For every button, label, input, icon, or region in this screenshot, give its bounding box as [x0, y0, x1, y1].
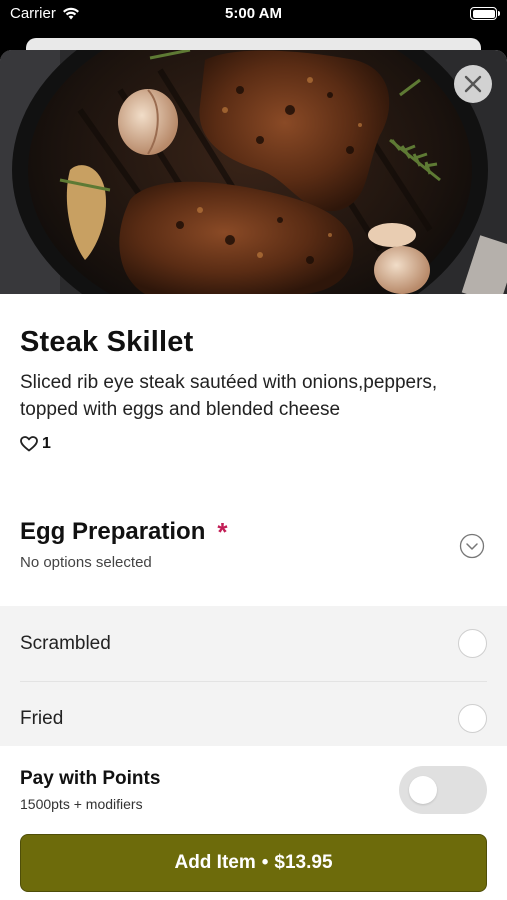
add-button-separator: •: [261, 852, 269, 873]
item-description: Sliced rib eye steak sautéed with onions…: [20, 372, 438, 420]
option-label: Fried: [20, 707, 64, 729]
option-label: Scrambled: [20, 632, 111, 654]
item-title: Steak Skillet: [20, 326, 194, 358]
toggle-knob: [409, 776, 437, 804]
egg-preparation-header[interactable]: Egg Preparation * No options selected: [0, 518, 507, 606]
battery-icon: [470, 7, 500, 20]
required-indicator: *: [217, 517, 228, 547]
option-fried[interactable]: Fried: [0, 681, 507, 756]
modifier-group-title: Egg Preparation: [20, 518, 206, 545]
chevron-down-circle-icon[interactable]: [459, 533, 485, 559]
radio-button[interactable]: [458, 704, 487, 733]
food-photo: [0, 50, 507, 294]
footer: Pay with Points 1500pts + modifiers Add …: [0, 746, 507, 900]
option-list: Scrambled Fried: [0, 606, 507, 756]
close-button[interactable]: [454, 65, 492, 103]
heart-outline-icon: [20, 436, 38, 452]
status-time: 5:00 AM: [225, 5, 282, 22]
pay-with-points-toggle[interactable]: [399, 766, 487, 814]
like-button[interactable]: 1: [20, 435, 487, 453]
selection-status: No options selected: [20, 554, 152, 571]
status-bar: Carrier 5:00 AM: [0, 0, 507, 28]
close-icon: [464, 75, 482, 93]
option-scrambled[interactable]: Scrambled: [0, 606, 507, 681]
pay-with-points-row: Pay with Points 1500pts + modifiers: [0, 746, 507, 832]
add-button-price: $13.95: [274, 852, 333, 873]
add-button-label: Add Item: [174, 852, 256, 873]
item-info: Steak Skillet Sliced rib eye steak sauté…: [0, 294, 507, 453]
radio-button[interactable]: [458, 629, 487, 658]
likes-count: 1: [42, 435, 51, 452]
add-item-button[interactable]: Add Item • $13.95: [20, 834, 487, 892]
item-detail-sheet: Steak Skillet Sliced rib eye steak sauté…: [0, 50, 507, 900]
